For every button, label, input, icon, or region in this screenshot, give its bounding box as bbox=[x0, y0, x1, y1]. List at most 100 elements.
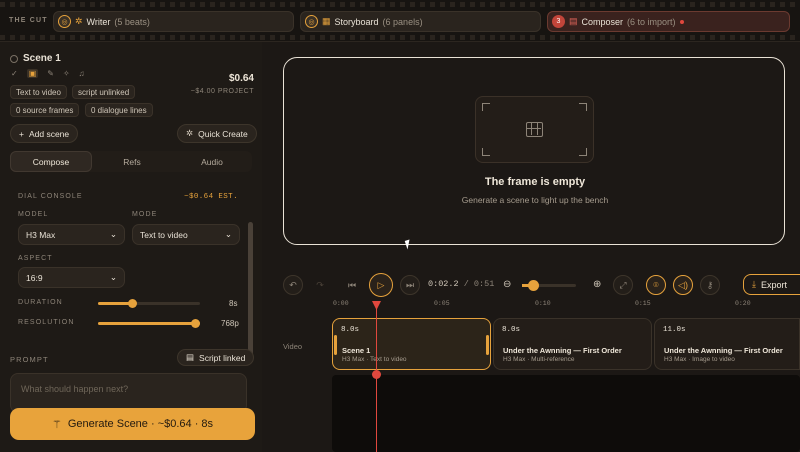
chevron-down-icon: ⌄ bbox=[224, 229, 232, 239]
timeline-clip[interactable]: 11.0s Under the Awnning — First Order H3… bbox=[654, 318, 800, 370]
chip-script: script unlinked bbox=[72, 85, 136, 99]
fullscreen-icon[interactable]: ⤢ bbox=[613, 275, 633, 295]
tab-storyboard[interactable]: ◎ ▦ Storyboard (6 panels) bbox=[300, 11, 541, 32]
the-cut-label: THE CUT bbox=[9, 17, 48, 24]
audio-track[interactable] bbox=[332, 375, 800, 452]
film-icon: ▤ bbox=[569, 16, 578, 26]
playhead-handle[interactable] bbox=[372, 370, 381, 379]
sparkle-icon: ✲ bbox=[75, 16, 83, 26]
video-icon[interactable]: ▣ bbox=[26, 69, 39, 78]
wand-icon[interactable]: ✎ bbox=[47, 69, 54, 78]
script-linked-label: Script linked bbox=[199, 352, 246, 363]
tab-storyboard-detail: (6 panels) bbox=[382, 16, 423, 27]
tab-composer-label: Composer bbox=[581, 16, 624, 27]
clip-trim-handle-left[interactable] bbox=[334, 335, 337, 355]
download-icon: ⤓ bbox=[752, 279, 756, 289]
generate-scene-button[interactable]: ⚚ Generate Scene · ~$0.64 · 8s bbox=[10, 408, 255, 440]
ruler-tick: 0:10 bbox=[535, 300, 551, 307]
duration-slider[interactable] bbox=[98, 299, 200, 308]
tab-compose[interactable]: Compose bbox=[10, 151, 92, 172]
redo-icon[interactable]: ↷ bbox=[310, 275, 330, 295]
magnet-icon[interactable]: ⌾ bbox=[646, 275, 666, 295]
key-icon[interactable]: ⚷ bbox=[700, 275, 720, 295]
clip-duration: 11.0s bbox=[663, 326, 686, 334]
clip-trim-handle-right[interactable] bbox=[486, 335, 489, 355]
film-strip-top bbox=[0, 2, 800, 7]
tab-storyboard-label: Storyboard bbox=[334, 16, 379, 27]
generate-scene-label: Generate Scene · ~$0.64 · 8s bbox=[67, 418, 214, 430]
tab-refs[interactable]: Refs bbox=[92, 151, 172, 172]
zoom-slider-knob[interactable] bbox=[528, 280, 539, 291]
timecode: 0:02.2 / 0:51 bbox=[428, 279, 495, 289]
export-label: Export bbox=[760, 279, 787, 290]
clip-subtitle: H3 Max · Image to video bbox=[664, 356, 735, 363]
mode-select[interactable]: Text to video ⌄ bbox=[132, 224, 240, 245]
aspect-select[interactable]: 16:9 ⌄ bbox=[18, 267, 125, 288]
timeline-ruler[interactable]: 0:00 0:05 0:10 0:15 0:20 bbox=[332, 300, 800, 312]
chevron-down-icon: ⌄ bbox=[109, 272, 117, 282]
volume-icon[interactable]: ◁) bbox=[673, 275, 693, 295]
tab-writer-label: Writer bbox=[86, 16, 111, 27]
ruler-tick: 0:20 bbox=[735, 300, 751, 307]
resolution-slider-knob[interactable] bbox=[191, 319, 200, 328]
prompt-input[interactable]: What should happen next? bbox=[10, 373, 247, 413]
scene-header[interactable]: Scene 1 bbox=[10, 53, 61, 64]
ruler-tick: 0:15 bbox=[635, 300, 651, 307]
clip-duration: 8.0s bbox=[502, 326, 521, 334]
preview-area: The frame is empty Generate a scene to l… bbox=[262, 42, 800, 452]
empty-state-subtitle: Generate a scene to light up the bench bbox=[461, 195, 609, 205]
quick-create-button[interactable]: ✲ Quick Create bbox=[177, 124, 257, 143]
zoom-out-icon[interactable]: ⊖ bbox=[503, 279, 511, 290]
tab-audio[interactable]: Audio bbox=[172, 151, 252, 172]
clip-title: Scene 1 bbox=[342, 346, 371, 355]
project-price: ~$4.00 PROJECT bbox=[190, 88, 254, 95]
scene-title: Scene 1 bbox=[23, 53, 61, 64]
export-button[interactable]: ⤓ Export bbox=[743, 274, 800, 295]
time-current: 0:02.2 bbox=[428, 279, 459, 289]
dial-console-label: DIAL CONSOLE bbox=[18, 193, 83, 200]
film-icon bbox=[526, 122, 543, 137]
panel-tabs: Compose Refs Audio bbox=[10, 151, 252, 172]
skip-forward-icon[interactable]: ⏭ bbox=[400, 275, 420, 295]
panel-scrollbar[interactable] bbox=[248, 222, 253, 362]
clip-subtitle: H3 Max · Multi-reference bbox=[503, 356, 575, 363]
ruler-tick: 0:00 bbox=[333, 300, 349, 307]
script-linked-button[interactable]: ▤ Script linked bbox=[177, 349, 255, 366]
scene-tool-icons: ✓ ▣ ✎ ✧ ♫ bbox=[11, 69, 85, 78]
skip-back-icon[interactable]: ⏮ bbox=[342, 275, 362, 295]
chevron-down-icon: ⌄ bbox=[109, 229, 117, 239]
mode-value: Text to video bbox=[140, 229, 188, 240]
sparkle-off-icon[interactable]: ✧ bbox=[63, 69, 70, 78]
clip-title: Under the Awnning — First Order bbox=[664, 346, 783, 355]
workflow-bar: THE CUT ◎ ✲ Writer (5 beats) ◎ ▦ Storybo… bbox=[0, 0, 800, 42]
tab-writer[interactable]: ◎ ✲ Writer (5 beats) bbox=[53, 11, 294, 32]
zoom-in-icon[interactable]: ⊕ bbox=[593, 279, 601, 290]
add-scene-button[interactable]: + Add scene bbox=[10, 124, 79, 143]
model-label: MODEL bbox=[18, 211, 49, 218]
aspect-value: 16:9 bbox=[26, 272, 43, 283]
model-select[interactable]: H3 Max ⌄ bbox=[18, 224, 125, 245]
add-scene-label: Add scene bbox=[28, 128, 70, 139]
unsaved-dot bbox=[679, 19, 684, 24]
timeline-clip[interactable]: 8.0s Under the Awnning — First Order H3 … bbox=[493, 318, 652, 370]
tab-composer[interactable]: 3 ▤ Composer (6 to import) bbox=[547, 11, 790, 32]
zoom-slider[interactable] bbox=[522, 280, 576, 291]
chip-dialogue-lines: 0 dialogue lines bbox=[85, 103, 153, 117]
plus-icon: + bbox=[19, 128, 24, 139]
timeline-clip[interactable]: 8.0s Scene 1 H3 Max · Text to video bbox=[332, 318, 491, 370]
duration-label: DURATION bbox=[18, 299, 63, 306]
grid-icon: ▦ bbox=[322, 16, 331, 26]
frame-corner bbox=[482, 103, 490, 111]
play-button[interactable]: ▷ bbox=[369, 273, 393, 297]
music-icon[interactable]: ♫ bbox=[79, 69, 85, 78]
check-icon[interactable]: ✓ bbox=[11, 69, 18, 78]
duration-slider-knob[interactable] bbox=[128, 299, 137, 308]
scene-radio-icon[interactable] bbox=[10, 54, 18, 63]
resolution-slider[interactable] bbox=[98, 319, 200, 328]
dial-estimate: ~$0.64 EST. bbox=[184, 193, 238, 201]
clip-title: Under the Awnning — First Order bbox=[503, 346, 622, 355]
undo-icon[interactable]: ↶ bbox=[283, 275, 303, 295]
frame-corner bbox=[482, 148, 490, 156]
frame-corner bbox=[579, 148, 587, 156]
resolution-slider-fill bbox=[98, 322, 200, 325]
